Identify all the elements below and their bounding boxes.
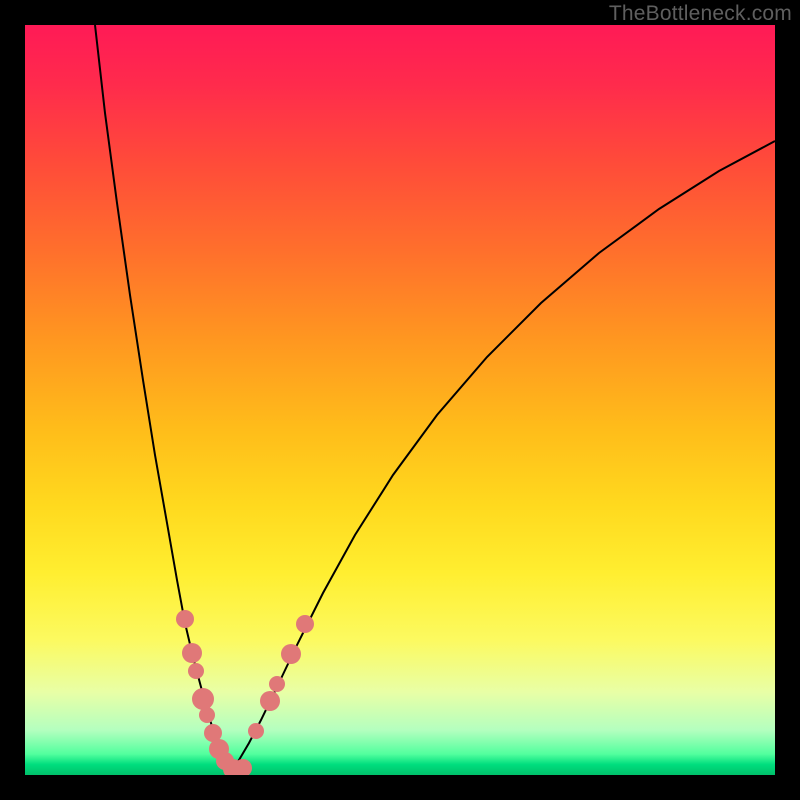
- bead: [199, 707, 215, 723]
- plot-area: [25, 25, 775, 775]
- bead: [176, 610, 194, 628]
- bead: [296, 615, 314, 633]
- right-curve: [232, 141, 775, 770]
- outer-frame: TheBottleneck.com: [0, 0, 800, 800]
- bead: [281, 644, 301, 664]
- watermark-text: TheBottleneck.com: [609, 2, 792, 26]
- bead: [248, 723, 264, 739]
- bead: [182, 643, 202, 663]
- curve-layer: [25, 25, 775, 775]
- bead: [269, 676, 285, 692]
- bead: [192, 688, 214, 710]
- bead: [260, 691, 280, 711]
- left-curve: [95, 25, 232, 770]
- bead: [188, 663, 204, 679]
